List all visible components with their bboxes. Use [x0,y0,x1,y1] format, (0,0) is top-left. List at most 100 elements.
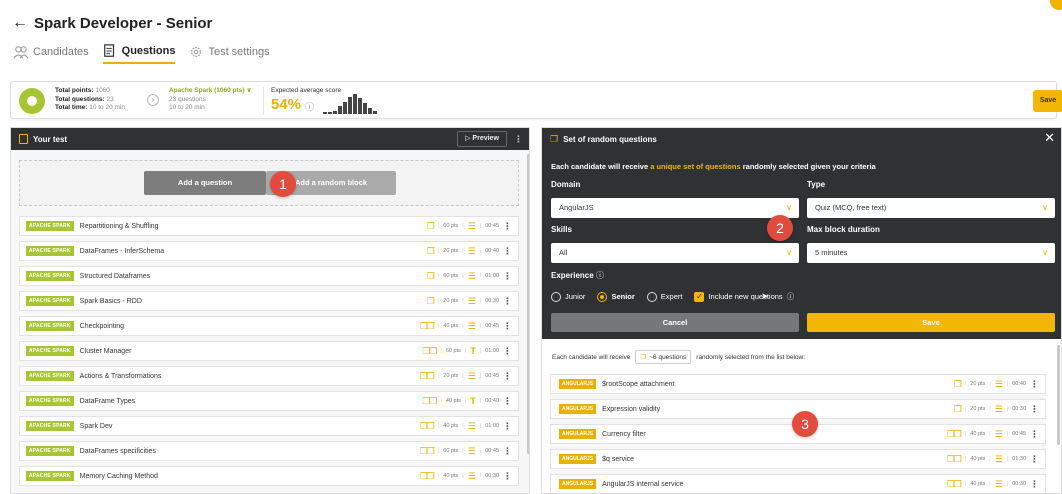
question-meta: ❒ | 20 pts | ☰ | 00:30 ⋮ [953,403,1039,415]
kebab-menu-icon[interactable]: ⋮ [503,346,512,357]
kebab-menu-icon[interactable]: ⋮ [503,371,512,382]
kebab-menu-icon[interactable]: ⋮ [503,471,512,482]
radio-senior[interactable] [597,291,608,302]
max-duration-select[interactable]: 5 minutes ∨ [807,243,1055,263]
kebab-menu-icon[interactable]: ⋮ [503,396,512,407]
skill-tag: APACHE SPARK [26,346,74,356]
list-item[interactable]: ANGULARJS AngularJS internal service ❒❒ | 40… [550,474,1046,493]
skills-label: Skills [551,225,572,234]
difficulty-icon: ❒❒ [419,320,435,331]
document-icon [103,44,114,57]
totals: Total points: 1060 Total questions: 23 T… [55,87,125,111]
skill-summary[interactable]: Apache Spark (1060 pts) ∨ 23 questions 1… [169,87,252,113]
question-name: Structured Dataframes [79,272,151,280]
expected-score: 54% [271,96,302,113]
preview-button[interactable]: ▷ Preview [457,131,507,147]
back-arrow-icon[interactable]: ← [12,14,28,32]
kebab-menu-icon[interactable]: ⋮ [1030,429,1039,440]
kebab-menu-icon[interactable]: ⋮ [503,271,512,282]
kebab-menu-icon[interactable]: ⋮ [503,446,512,457]
kebab-menu-icon[interactable]: ⋮ [503,421,512,432]
list-item[interactable]: ANGULARJS $rootScope attachment ❒ | 20 pts | ☰… [550,374,1046,394]
list-item[interactable]: APACHE SPARK Structured Dataframes ❒ | 60 pt… [19,266,519,286]
points: 20 pts [443,298,459,304]
page-title: ← Spark Developer - Senior [12,14,212,32]
difficulty-icon: ❒ [953,378,962,389]
question-meta: ❒ | 60 pts | ☰ | 01:00 ⋮ [426,270,512,282]
question-name: Expression validity [602,405,661,413]
list-item[interactable]: APACHE SPARK Cluster Manager ❒❒ | 60 pts | T | 0… [19,341,519,361]
chevron-right-icon[interactable]: › [147,94,159,106]
radio-expert[interactable] [646,291,657,302]
kebab-menu-icon[interactable]: ⋮ [503,246,512,257]
close-icon[interactable]: ✕ [1044,130,1055,146]
question-type-icon: ☰ [467,295,476,306]
difficulty-icon: ❒❒ [946,478,962,489]
points: 40 pts [443,323,459,329]
save-button[interactable]: Save [807,313,1055,332]
add-question-button[interactable]: Add a question [144,171,266,195]
skill-tag: APACHE SPARK [26,371,74,381]
info-icon[interactable]: ⓘ [787,291,795,302]
skill-tag: ANGULARJS [559,479,597,489]
question-meta: ❒❒ | 20 pts | ☰ | 00:45 ⋮ [419,370,512,382]
list-item[interactable]: ANGULARJS $q service ❒❒ | 40 pts | ☰ | 01:30 ⋮ [550,449,1046,469]
domain-select[interactable]: AngularJS ∨ [551,198,799,218]
scrollbar[interactable] [527,154,529,454]
list-item[interactable]: APACHE SPARK DataFrames specificities ❒❒ | 6… [19,441,519,461]
list-item[interactable]: APACHE SPARK Actions & Transformations ❒❒ |… [19,366,519,386]
cancel-button[interactable]: Cancel [551,313,799,332]
type-select[interactable]: Quiz (MCQ, free text) ∨ [807,198,1055,218]
skill-tag: ANGULARJS [559,404,597,414]
list-item[interactable]: APACHE SPARK DataFrame Types ❒❒ | 40 pts | T | 0… [19,391,519,411]
points: 60 pts [443,448,459,454]
question-meta: ❒ | 20 pts | ☰ | 00:40 ⋮ [953,378,1039,390]
kebab-menu-icon[interactable]: ⋮ [1030,479,1039,490]
include-new-checkbox[interactable]: ✓ [694,291,705,302]
tab-questions[interactable]: Questions [102,44,176,64]
question-type-icon: ☰ [467,270,476,281]
radio-junior[interactable] [551,291,561,302]
kebab-menu-icon[interactable]: ⋮ [514,133,523,145]
kebab-menu-icon[interactable]: ⋮ [503,296,512,307]
list-item[interactable]: APACHE SPARK Memory Caching Method ❒❒ | 40 p… [19,466,519,486]
kebab-menu-icon[interactable]: ⋮ [1030,454,1039,465]
list-item[interactable]: APACHE SPARK Spark Basics - RDD ❒ | 20 pts | ☰… [19,291,519,311]
list-item[interactable]: APACHE SPARK Repartitioning & Shuffling ❒ |… [19,216,519,236]
question-name: Checkpointing [79,322,125,330]
kebab-menu-icon[interactable]: ⋮ [503,221,512,232]
avatar[interactable] [1050,0,1062,10]
points: 20 pts [970,406,986,412]
tab-test-settings[interactable]: Test settings [189,44,270,64]
duration: 00:30 [1012,406,1026,412]
question-meta: ❒❒ | 40 pts | ☰ | 00:45 ⋮ [946,428,1039,440]
question-meta: ❒❒ | 40 pts | ☰ | 01:30 ⋮ [946,453,1039,465]
info-icon[interactable]: ⓘ [305,100,314,113]
difficulty-icon: ❒❒ [946,428,962,439]
tab-bar: Candidates Questions Test settings [14,44,270,64]
junior-label: Junior [565,292,586,301]
duration: 00:45 [1012,431,1026,437]
duration: 00:40 [485,398,499,404]
points: 40 pts [443,473,459,479]
question-name: Memory Caching Method [79,472,158,480]
question-name: Spark Basics - RDD [79,297,142,305]
tab-candidates[interactable]: Candidates [14,44,89,64]
random-summary: Each candidate will receive ❒ ~6 question… [552,350,805,364]
kebab-menu-icon[interactable]: ⋮ [1030,404,1039,415]
skills-select[interactable]: All ∨ [551,243,799,263]
scrollbar[interactable] [1057,345,1060,445]
difficulty-icon: ❒❒ [419,445,435,456]
list-item[interactable]: APACHE SPARK DataFrames - InferSchema ❒ | 20… [19,241,519,261]
list-item[interactable]: APACHE SPARK Checkpointing ❒❒ | 40 pts | ☰ | 00:… [19,316,519,336]
info-icon: ⓘ [595,271,604,280]
kebab-menu-icon[interactable]: ⋮ [1030,379,1039,390]
question-list: APACHE SPARK Repartitioning & Shuffling ❒ |… [19,216,519,491]
question-meta: ❒❒ | 60 pts | T | 01:00 ⋮ [422,345,512,357]
difficulty-icon: ❒ [426,270,435,281]
points: 60 pts [443,223,459,229]
question-type-icon: ☰ [467,220,476,231]
kebab-menu-icon[interactable]: ⋮ [503,321,512,332]
list-item[interactable]: APACHE SPARK Spark Dev ❒❒ | 40 pts | ☰ | 01:00 ⋮ [19,416,519,436]
save-button[interactable]: Save [1033,90,1062,112]
